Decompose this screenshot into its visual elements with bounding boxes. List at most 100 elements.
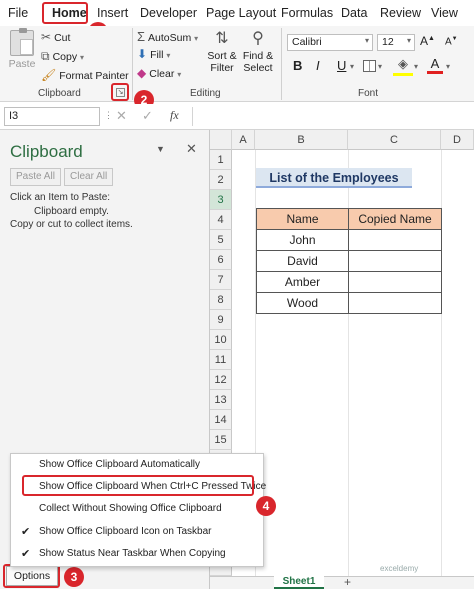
table-cell-name[interactable]: Amber [257,272,349,293]
tab-review[interactable]: Review [380,6,421,20]
clear-all-button[interactable]: Clear All [64,168,114,186]
fill-color-button[interactable]: ◈ [393,56,413,76]
select-all-corner[interactable] [210,130,232,150]
row-header[interactable]: 5 [210,230,232,250]
copy-label: Copy [52,51,78,63]
row-header[interactable]: 2 [210,170,232,190]
pane-empty-message: Clipboard empty. [34,206,109,217]
shrink-font-button[interactable]: A▼ [445,36,458,47]
column-header-d[interactable]: D [441,130,474,150]
row-header[interactable]: 13 [210,390,232,410]
chevron-down-icon[interactable]: ▾ [414,62,418,71]
row-header[interactable]: 15 [210,430,232,450]
magnifier-icon: ⚲ [252,30,264,47]
close-icon[interactable]: ✕ [186,141,197,157]
row-header[interactable]: 7 [210,270,232,290]
chevron-down-icon: ▾ [166,51,171,60]
employee-table: Name Copied Name John David Amber Wood [256,208,442,314]
find-select-label-line1: Find & [242,50,274,62]
table-cell-copied[interactable] [349,251,441,272]
row-header[interactable]: 10 [210,330,232,350]
formula-input[interactable] [192,107,472,126]
font-size-select[interactable]: 12 ▾ [377,34,415,51]
pane-options-chevron-icon[interactable]: ▼ [156,144,165,154]
menu-item-collect-without-showing[interactable]: Collect Without Showing Office Clipboard [11,498,263,520]
copy-icon: ⧉ [41,49,50,63]
table-cell-copied[interactable] [349,293,441,314]
eraser-icon: ◆ [137,66,147,80]
tab-developer[interactable]: Developer [140,6,197,20]
name-box[interactable]: I3 [4,107,100,126]
column-header-c[interactable]: C [348,130,441,150]
table-cell-name[interactable]: John [257,230,349,251]
table-cell-copied[interactable] [349,230,441,251]
enter-icon[interactable]: ✓ [142,108,153,124]
row-header[interactable]: 3 [210,190,232,210]
row-header[interactable]: 12 [210,370,232,390]
tab-insert[interactable]: Insert [97,6,128,20]
chevron-down-icon[interactable]: ▾ [378,62,382,71]
divider [132,28,133,100]
paste-icon [10,28,34,56]
row-header[interactable]: 8 [210,290,232,310]
tab-view[interactable]: View [431,6,458,20]
insert-function-button[interactable]: fx [170,108,179,123]
column-header-b[interactable]: B [255,130,348,150]
tab-formulas[interactable]: Formulas [281,6,333,20]
table-cell-name[interactable]: Wood [257,293,349,314]
italic-button[interactable]: I [316,58,320,73]
row-header[interactable]: 11 [210,350,232,370]
cut-button[interactable]: ✂ Cut [41,30,70,44]
find-select-button[interactable]: ⚲ Find & Select [241,28,275,74]
table-title: List of the Employees [256,168,412,188]
ribbon: Paste ✂ Cut ⧉ Copy ▾ 🖌 Format Painter Clipb… [0,26,474,110]
format-painter-button[interactable]: 🖌 Format Painter [41,68,129,82]
menu-item-show-icon-taskbar[interactable]: ✔ Show Office Clipboard Icon on Taskbar [11,521,263,543]
cancel-icon[interactable]: ✕ [116,108,127,124]
fill-button[interactable]: ⬇ Fill ▾ [137,47,170,61]
menu-item-label: Show Office Clipboard Icon on Taskbar [39,526,212,537]
font-color-button[interactable]: A [427,56,443,76]
autosum-button[interactable]: Σ AutoSum ▾ [137,29,198,44]
paste-button[interactable]: Paste [8,28,36,70]
borders-icon[interactable] [363,60,376,72]
row-header[interactable]: 9 [210,310,232,330]
column-header-a[interactable]: A [232,130,255,150]
sort-filter-button[interactable]: ⇅ Sort & Filter [206,28,238,74]
clear-button[interactable]: ◆ Clear ▾ [137,66,181,80]
chevron-down-icon[interactable]: ▾ [350,62,354,71]
row-header[interactable]: 4 [210,210,232,230]
sort-filter-label-line2: Filter [210,62,234,74]
row-header[interactable]: 6 [210,250,232,270]
menu-item-show-status-near-taskbar[interactable]: ✔ Show Status Near Taskbar When Copying [11,543,263,565]
menu-item-show-automatically[interactable]: Show Office Clipboard Automatically [11,454,263,476]
font-name-select[interactable]: Calibri ▾ [287,34,373,51]
paste-all-button[interactable]: Paste All [10,168,61,186]
underline-button[interactable]: U [337,58,346,73]
menu-item-label: Collect Without Showing Office Clipboard [39,503,222,514]
copy-button[interactable]: ⧉ Copy ▾ [41,49,84,64]
divider [281,28,282,100]
shrink-font-icon: A [445,36,452,48]
paste-label: Paste [8,58,36,70]
checkmark-icon: ✔ [21,526,31,538]
tab-page-layout[interactable]: Page Layout [206,6,276,20]
tab-data[interactable]: Data [341,6,367,20]
sort-filter-icon: ⇅ [215,30,229,47]
grow-font-button[interactable]: A▲ [420,34,435,48]
chevron-down-icon[interactable]: ▾ [446,62,450,71]
row-header[interactable]: 1 [210,150,232,170]
table-cell-copied[interactable] [349,272,441,293]
clipboard-group-label: Clipboard [38,88,81,99]
brush-icon: 🖌 [41,68,57,82]
add-sheet-button[interactable]: + [344,575,351,589]
tab-file[interactable]: File [8,6,28,20]
bold-button[interactable]: B [293,58,302,73]
menu-item-label: Show Office Clipboard Automatically [39,459,201,470]
sheet-tab-sheet1[interactable]: Sheet1 [274,576,324,589]
table-cell-name[interactable]: David [257,251,349,272]
menu-item-label: Show Status Near Taskbar When Copying [39,548,226,559]
row-header[interactable]: 14 [210,410,232,430]
formula-bar: I3 ⋮ ✕ ✓ fx [0,104,474,130]
sort-filter-label-line1: Sort & [207,50,237,62]
